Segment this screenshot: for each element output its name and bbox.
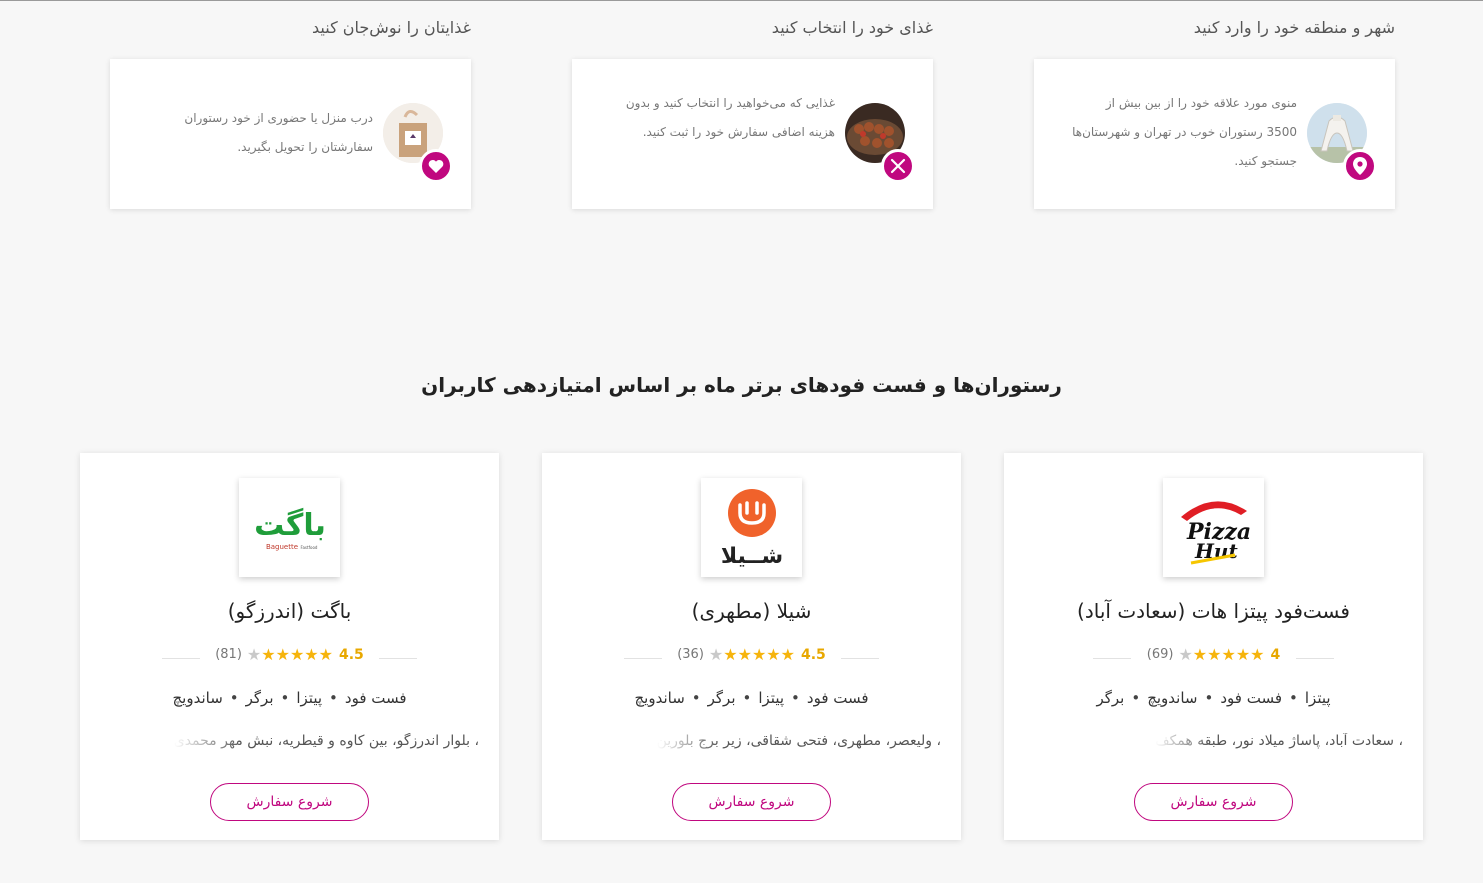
step-text-food: غذایی که می‌خواهید را انتخاب کنید و بدون…	[625, 96, 835, 139]
rating-stars: ★★★★★★	[1178, 645, 1264, 664]
star-filled-icon: ★	[275, 645, 290, 664]
rating-value: 4	[1270, 646, 1281, 663]
tag: برگر	[245, 689, 274, 707]
step-text-enjoy: درب منزل یا حضوری از خود رستوران سفارشتا…	[184, 111, 373, 154]
tag: ساندویچ	[634, 689, 685, 707]
star-empty-icon: ★	[708, 645, 724, 664]
pizza-hut-logo: Pizza Hut	[1163, 478, 1264, 577]
star-filled-icon: ★	[1221, 645, 1236, 664]
tag: پیتزا	[758, 689, 785, 707]
step-title-food: غذای خود را انتخاب کنید	[771, 18, 933, 37]
rating: (69) ★★★★★★ 4	[1004, 645, 1423, 669]
fork-knife-icon	[881, 149, 915, 183]
tag: ساندویچ	[172, 689, 223, 707]
restaurant-name[interactable]: شیلا (مطهری)	[542, 599, 961, 623]
star-filled-icon: ★	[1250, 645, 1265, 664]
baguette-logo-word-en: Baguette	[265, 543, 297, 551]
star-empty-icon: ★	[1178, 645, 1193, 664]
star-filled-icon: ★	[1192, 645, 1208, 664]
rating-count: (36)	[677, 647, 704, 662]
restaurant-name[interactable]: باگت (اندرزگو)	[80, 599, 499, 623]
shila-logo-wordmark: شــیلا	[720, 544, 782, 569]
cuisine-tags: فست فود • پیتزا • برگر • ساندویچ	[172, 689, 407, 707]
baguette-logo: باگت Baguette Fastfood	[239, 478, 340, 577]
tag: پیتزا	[1304, 689, 1331, 707]
star-filled-icon: ★	[766, 645, 781, 664]
step-title-enjoy: غذایتان را نوش‌جان کنید	[312, 18, 471, 37]
star-filled-icon: ★	[289, 645, 305, 664]
rating-stars: ★★★★★★	[709, 645, 795, 664]
baguette-logo-wordmark: باگت	[254, 507, 326, 543]
star-filled-icon: ★	[723, 645, 738, 664]
shila-logo: شــیلا	[701, 478, 802, 577]
rating-stars: ★★★★★★	[247, 645, 333, 664]
section-title: رستوران‌ها و فست فودهای برتر ماه بر اساس…	[421, 373, 1062, 397]
rating-count: (69)	[1146, 647, 1174, 662]
tag: فست فود	[1220, 689, 1283, 707]
tag: ساندویچ	[1147, 689, 1198, 707]
start-order-button[interactable]: شروع سفارش	[672, 783, 831, 821]
cuisine-tags: پیتزا • فست فود • ساندویچ • برگر	[1096, 689, 1331, 707]
location-pin-icon	[1343, 149, 1377, 183]
star-filled-icon: ★	[751, 645, 767, 664]
rating: (36) ★★★★★★ 4.5	[542, 645, 961, 669]
star-filled-icon: ★	[780, 645, 795, 664]
star-filled-icon: ★	[304, 645, 319, 664]
start-order-button[interactable]: شروع سفارش	[210, 783, 369, 821]
star-filled-icon: ★	[261, 645, 276, 664]
restaurant-card-shila[interactable]: شــیلا شیلا (مطهری) (36) ★★★★★★ 4.5 فست …	[542, 453, 961, 840]
rating-value: 4.5	[800, 646, 826, 663]
baguette-logo-word-fastfood: Fastfood	[300, 545, 317, 550]
star-filled-icon: ★	[318, 645, 333, 664]
step-card-food: غذایی که می‌خواهید را انتخاب کنید و بدون…	[572, 59, 933, 209]
star-filled-icon: ★	[737, 645, 752, 664]
step-title-city: شهر و منطقه خود را وارد کنید	[1193, 18, 1395, 37]
rating: (81) ★★★★★★ 4.5	[80, 645, 499, 669]
star-filled-icon: ★	[1207, 645, 1222, 664]
tag: برگر	[1096, 689, 1125, 707]
restaurant-address: ، سعادت آباد، پاساژ میلاد نور، طبقه همکف	[1155, 733, 1403, 749]
step-text-city: منوی مورد علاقه خود را از بین بیش از 350…	[1072, 96, 1297, 168]
tag: برگر	[707, 689, 736, 707]
star-filled-icon: ★	[1235, 645, 1251, 664]
restaurant-address: ، بلوار اندرزگو، بین کاوه و قیطریه، نبش …	[173, 733, 479, 749]
restaurant-card-pizza-hut[interactable]: Pizza Hut فست‌فود پیتزا هات (سعادت آباد)…	[1004, 453, 1423, 840]
step-card-city: منوی مورد علاقه خود را از بین بیش از 350…	[1034, 59, 1395, 209]
tag: فست فود	[806, 689, 869, 707]
top-divider	[0, 0, 1483, 1]
tag: پیتزا	[296, 689, 323, 707]
rating-value: 4.5	[338, 646, 364, 663]
restaurant-address: ، ولیعصر، مطهری، فتحی شقاقی، زیر برج بلو…	[656, 733, 941, 749]
star-empty-icon: ★	[246, 645, 262, 664]
cuisine-tags: فست فود • پیتزا • برگر • ساندویچ	[634, 689, 869, 707]
heart-icon	[419, 149, 453, 183]
rating-count: (81)	[215, 647, 242, 662]
start-order-button[interactable]: شروع سفارش	[1134, 783, 1293, 821]
step-card-enjoy: درب منزل یا حضوری از خود رستوران سفارشتا…	[110, 59, 471, 209]
restaurant-name[interactable]: فست‌فود پیتزا هات (سعادت آباد)	[1004, 599, 1423, 623]
tag: فست فود	[344, 689, 407, 707]
restaurant-card-baguette[interactable]: باگت Baguette Fastfood باگت (اندرزگو) (8…	[80, 453, 499, 840]
